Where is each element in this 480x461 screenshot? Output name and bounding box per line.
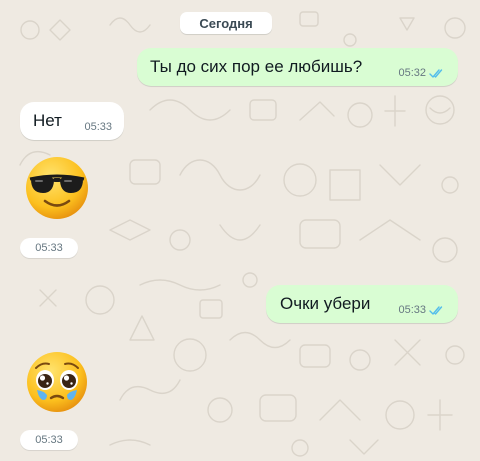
message-time: 05:33 [20,430,78,450]
message-time: 05:33 [398,304,426,316]
pleading-face-emoji[interactable] [25,350,89,414]
message-meta: 05:33 [84,121,112,133]
message-text: Нет [33,111,62,130]
message-meta: 05:33 [398,304,446,316]
message-time: 05:33 [84,121,112,133]
message-text: Очки убери [280,294,371,313]
message-text: Ты до сих пор ее любишь? [150,57,363,76]
sunglasses-emoji[interactable] [24,155,90,221]
read-receipt-icon [429,305,443,315]
message-time: 05:33 [20,238,78,258]
outgoing-message[interactable]: Очки убери 05:33 [266,285,458,323]
outgoing-message[interactable]: Ты до сих пор ее любишь? 05:32 [137,48,458,86]
message-meta: 05:32 [398,67,446,79]
message-time: 05:32 [398,67,426,79]
incoming-message[interactable]: Нет 05:33 [20,102,124,140]
read-receipt-icon [429,68,443,78]
date-separator: Сегодня [180,12,272,34]
chat-view: Сегодня Ты до сих пор ее любишь? 05:32 Н… [0,0,480,461]
